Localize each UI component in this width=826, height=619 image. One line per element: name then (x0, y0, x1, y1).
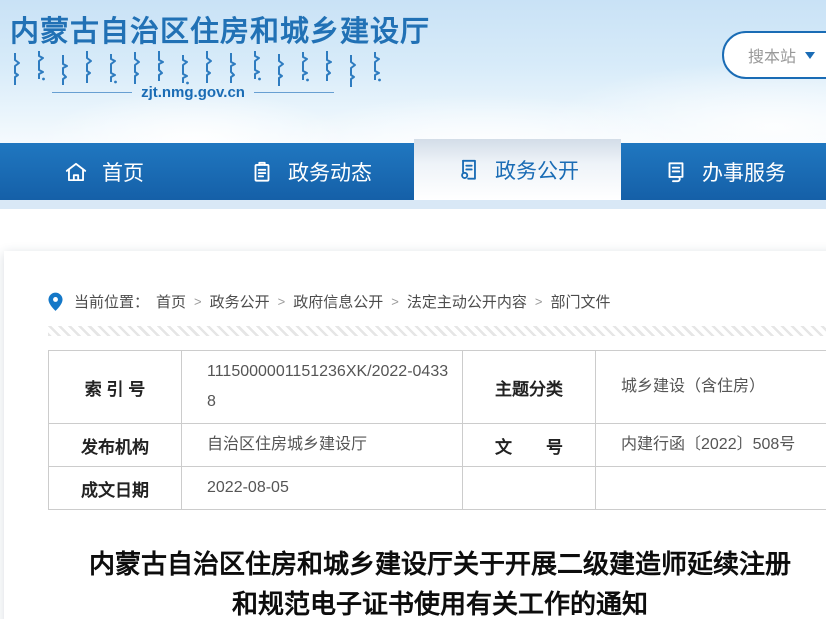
disclosure-icon (456, 157, 482, 183)
breadcrumb-item-gov-info[interactable]: 政府信息公开 (293, 291, 383, 312)
browser-viewport: 内蒙古自治区住房和城乡建设厅 zjt.nmg.gov.cn (0, 0, 826, 619)
article-title: 内蒙古自治区住房和城乡建设厅关于开展二级建造师延续注册 和规范电子证书使用有关工… (48, 544, 826, 619)
content-card: 当前位置： 首页 > 政务公开 > 政府信息公开 > 法定主动公开内容 > 部门… (4, 251, 826, 619)
issue-date-label: 成文日期 (49, 467, 182, 510)
nav-item-label: 首页 (102, 157, 144, 187)
article-title-line1: 内蒙古自治区住房和城乡建设厅关于开展二级建造师延续注册 (48, 544, 826, 584)
breadcrumb-item-dept-docs[interactable]: 部门文件 (550, 291, 610, 312)
breadcrumb-separator: > (534, 294, 544, 309)
nav-item-services[interactable]: 办事服务 (621, 143, 826, 200)
nav-item-label: 办事服务 (702, 157, 786, 187)
url-rule-right (254, 92, 334, 93)
site-url: zjt.nmg.gov.cn (141, 84, 245, 101)
doc-number-value: 内建行函〔2022〕508号 (596, 424, 826, 467)
site-search[interactable]: 搜本站 (722, 31, 826, 79)
service-icon (663, 159, 689, 185)
topic-category-label: 主题分类 (463, 351, 596, 424)
issuing-agency-value: 自治区住房城乡建设厅 (182, 424, 463, 467)
breadcrumb-item-disclosure[interactable]: 政务公开 (210, 291, 270, 312)
breadcrumb-item-statutory[interactable]: 法定主动公开内容 (407, 291, 527, 312)
breadcrumb-separator: > (277, 294, 287, 309)
nav-item-home[interactable]: 首页 (0, 143, 207, 200)
table-row: 发布机构 自治区住房城乡建设厅 文 号 内建行函〔2022〕508号 (49, 424, 826, 467)
breadcrumb-label: 当前位置： (74, 291, 149, 312)
breadcrumb-separator: > (193, 294, 203, 309)
location-pin-icon (48, 292, 63, 312)
issuing-agency-label: 发布机构 (49, 424, 182, 467)
nav-item-disclosure[interactable]: 政务公开 (414, 139, 621, 200)
doc-number-label: 文 号 (463, 424, 596, 467)
site-header: 内蒙古自治区住房和城乡建设厅 zjt.nmg.gov.cn (0, 0, 826, 143)
main-nav: 首页 政务动态 政务公开 (0, 143, 826, 200)
table-row: 成文日期 2022-08-05 (49, 467, 826, 510)
breadcrumb-separator: > (390, 294, 400, 309)
issue-date-value: 2022-08-05 (182, 467, 463, 510)
home-icon (63, 159, 89, 185)
url-rule-left (52, 92, 132, 93)
nav-item-label: 政务动态 (288, 157, 372, 187)
breadcrumb: 当前位置： 首页 > 政务公开 > 政府信息公开 > 法定主动公开内容 > 部门… (48, 291, 826, 312)
caret-down-icon (805, 52, 815, 59)
table-row: 索 引 号 1115000001151236XK/2022-04338 主题分类… (49, 351, 826, 424)
empty-value-cell (596, 467, 826, 510)
empty-label-cell (463, 467, 596, 510)
news-icon (249, 159, 275, 185)
search-category-select[interactable]: 搜本站 (724, 43, 826, 67)
site-title: 内蒙古自治区住房和城乡建设厅 (10, 8, 430, 50)
topic-category-value: 城乡建设（含住房） (596, 351, 826, 424)
document-info-table: 索 引 号 1115000001151236XK/2022-04338 主题分类… (48, 350, 826, 510)
index-number-label: 索 引 号 (49, 351, 182, 424)
article-title-line2: 和规范电子证书使用有关工作的通知 (48, 584, 826, 619)
nav-item-label: 政务公开 (495, 155, 579, 185)
site-url-row: zjt.nmg.gov.cn (52, 84, 334, 101)
mongolian-script (12, 50, 396, 88)
nav-bottom-strip (0, 200, 826, 209)
nav-item-news[interactable]: 政务动态 (207, 143, 414, 200)
index-number-value: 1115000001151236XK/2022-04338 (182, 351, 463, 424)
search-category-label: 搜本站 (748, 43, 796, 67)
page: 内蒙古自治区住房和城乡建设厅 zjt.nmg.gov.cn (0, 0, 826, 619)
breadcrumb-item-home[interactable]: 首页 (156, 291, 186, 312)
hatch-divider (48, 326, 826, 336)
